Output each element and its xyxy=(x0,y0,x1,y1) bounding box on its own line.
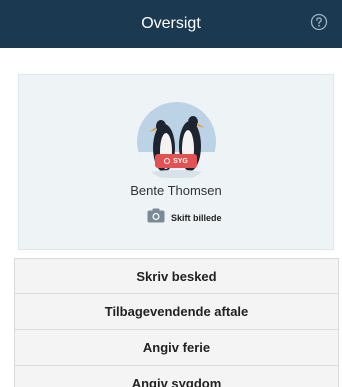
profile-card: SYG Bente Thomsen Skift billede xyxy=(18,74,334,250)
recurring-appointment-button[interactable]: Tilbagevendende aftale xyxy=(14,294,339,330)
page-title: Oversigt xyxy=(141,15,201,32)
avatar xyxy=(137,102,216,181)
change-photo-label: Skift billede xyxy=(171,213,222,223)
set-sickness-button[interactable]: Angiv sygdom xyxy=(14,366,339,387)
help-icon[interactable] xyxy=(310,13,328,31)
status-badge: SYG xyxy=(155,154,197,168)
write-message-button[interactable]: Skriv besked xyxy=(14,258,339,294)
top-bar: Oversigt xyxy=(0,0,342,48)
change-photo-button[interactable]: Skift billede xyxy=(147,208,222,228)
camera-icon xyxy=(147,208,165,228)
user-name: Bente Thomsen xyxy=(130,183,222,198)
action-list: Skriv besked Tilbagevendende aftale Angi… xyxy=(14,258,339,387)
set-vacation-button[interactable]: Angiv ferie xyxy=(14,330,339,366)
status-label: SYG xyxy=(173,157,188,165)
status-dot-icon xyxy=(164,158,171,164)
